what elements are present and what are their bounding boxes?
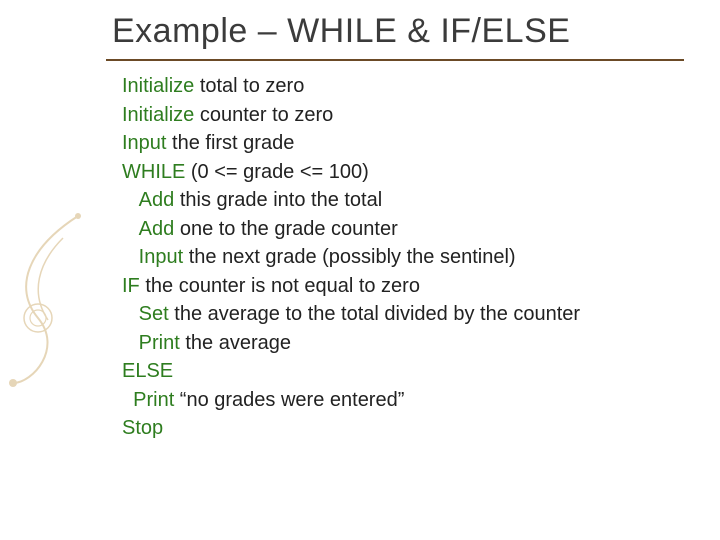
keyword: Add (139, 189, 175, 211)
line-text: the first grade (166, 132, 294, 154)
pseudocode-line: Stop (122, 414, 682, 443)
pseudocode-line: Initialize total to zero (122, 72, 682, 101)
keyword: ELSE (122, 360, 173, 382)
keyword: Initialize (122, 104, 194, 126)
line-text: the average to the total divided by the … (169, 303, 580, 325)
line-text: the next grade (possibly the sentinel) (183, 246, 515, 268)
line-text: the average (180, 332, 291, 354)
pseudocode-line: IF the counter is not equal to zero (122, 272, 682, 301)
pseudocode-line: WHILE (0 <= grade <= 100) (122, 158, 682, 187)
keyword: Input (122, 132, 166, 154)
line-text: the counter is not equal to zero (140, 275, 420, 297)
keyword: Print (133, 389, 174, 411)
pseudocode-body: Initialize total to zeroInitialize count… (122, 72, 682, 443)
line-text: (0 <= grade <= 100) (185, 161, 368, 183)
pseudocode-line: Add this grade into the total (122, 186, 682, 215)
pseudocode-line: Set the average to the total divided by … (122, 300, 682, 329)
line-text: “no grades were entered” (174, 389, 404, 411)
slide-title: Example – WHILE & IF/ELSE (112, 12, 672, 51)
line-text: this grade into the total (174, 189, 382, 211)
keyword: Set (139, 303, 169, 325)
pseudocode-line: Print the average (122, 329, 682, 358)
pseudocode-line: Input the first grade (122, 129, 682, 158)
keyword: Add (139, 218, 175, 240)
pseudocode-line: ELSE (122, 357, 682, 386)
keyword: Initialize (122, 75, 194, 97)
pseudocode-line: Add one to the grade counter (122, 215, 682, 244)
title-underline (106, 59, 684, 61)
pseudocode-line: Print “no grades were entered” (122, 386, 682, 415)
pseudocode-line: Input the next grade (possibly the senti… (122, 243, 682, 272)
keyword: Input (139, 246, 183, 268)
slide: Example – WHILE & IF/ELSE Initialize tot… (0, 0, 720, 540)
line-text: total to zero (194, 75, 304, 97)
keyword: WHILE (122, 161, 185, 183)
line-text: one to the grade counter (174, 218, 398, 240)
line-text: counter to zero (194, 104, 333, 126)
keyword: Stop (122, 417, 163, 439)
keyword: Print (139, 332, 180, 354)
decorative-swirl-icon (8, 208, 92, 408)
keyword: IF (122, 275, 140, 297)
pseudocode-line: Initialize counter to zero (122, 101, 682, 130)
